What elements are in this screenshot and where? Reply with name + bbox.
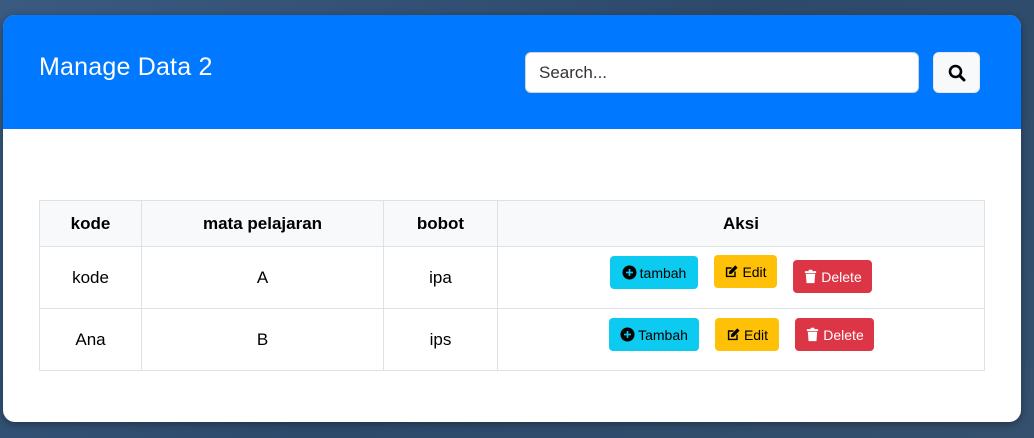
- edit-button[interactable]: Edit: [714, 255, 777, 288]
- trash-icon: [807, 327, 819, 342]
- search-button[interactable]: [933, 52, 980, 93]
- cell-bobot: ipa: [383, 246, 498, 309]
- column-header-bobot: bobot: [383, 200, 498, 247]
- delete-button[interactable]: Delete: [795, 318, 874, 351]
- table-row: Ana B ips Tambah Edit Delete: [39, 308, 985, 371]
- delete-button-label: Delete: [821, 268, 862, 285]
- cell-mata-pelajaran: A: [141, 246, 384, 309]
- edit-button-label: Edit: [743, 326, 769, 343]
- edit-button-label: Edit: [742, 263, 767, 280]
- cell-aksi: tambah Edit Delete: [497, 246, 985, 309]
- action-group: tambah Edit Delete: [498, 247, 984, 308]
- search-input[interactable]: [525, 52, 919, 93]
- manage-data-card: Manage Data 2 kode mata pelajaran bobot …: [3, 15, 1021, 422]
- cell-kode: kode: [39, 246, 142, 309]
- cell-mata-pelajaran: B: [141, 308, 384, 371]
- trash-icon: [805, 269, 817, 284]
- column-header-mata-pelajaran: mata pelajaran: [141, 200, 384, 247]
- add-button-label: tambah: [639, 264, 687, 281]
- search-icon: [948, 64, 965, 81]
- table-row: kode A ipa tambah Edit Delete: [39, 246, 985, 309]
- delete-button[interactable]: Delete: [793, 260, 872, 293]
- edit-icon: [726, 265, 739, 278]
- edit-button[interactable]: Edit: [715, 318, 779, 351]
- delete-button-label: Delete: [823, 326, 864, 343]
- card-header: Manage Data 2: [3, 15, 1021, 129]
- column-header-aksi: Aksi: [497, 200, 985, 247]
- cell-bobot: ips: [383, 308, 498, 371]
- page-title: Manage Data 2: [39, 53, 213, 81]
- cell-aksi: Tambah Edit Delete: [497, 308, 985, 371]
- add-button-label: Tambah: [638, 326, 688, 343]
- action-group: Tambah Edit Delete: [498, 309, 984, 370]
- table-header-row: kode mata pelajaran bobot Aksi: [39, 200, 985, 247]
- edit-icon: [727, 328, 740, 341]
- cell-kode: Ana: [39, 308, 142, 371]
- column-header-kode: kode: [39, 200, 142, 247]
- plus-circle-icon: [620, 327, 635, 342]
- add-button[interactable]: Tambah: [609, 318, 699, 351]
- add-button[interactable]: tambah: [610, 256, 698, 289]
- plus-circle-icon: [622, 265, 637, 280]
- data-table: kode mata pelajaran bobot Aksi kode A ip…: [39, 200, 985, 371]
